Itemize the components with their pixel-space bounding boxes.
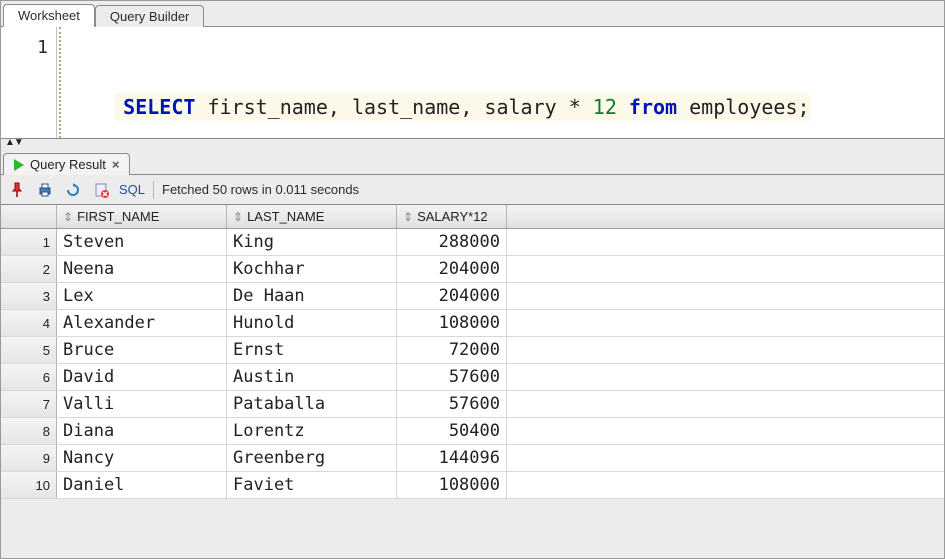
cell-salary12[interactable]: 57600 (397, 391, 507, 417)
tab-worksheet[interactable]: Worksheet (3, 4, 95, 27)
cell-salary12[interactable]: 108000 (397, 310, 507, 336)
row-number: 1 (1, 229, 57, 255)
splitter[interactable]: ▲▼ (1, 139, 944, 147)
row-number: 10 (1, 472, 57, 498)
row-number: 4 (1, 310, 57, 336)
table-row[interactable]: 7ValliPataballa57600 (1, 391, 944, 418)
table-row[interactable]: 8DianaLorentz50400 (1, 418, 944, 445)
cell-last-name[interactable]: Pataballa (227, 391, 397, 417)
header-label: SALARY*12 (417, 209, 488, 224)
grid-body: 1StevenKing2880002NeenaKochhar2040003Lex… (1, 229, 944, 499)
table-row[interactable]: 3LexDe Haan204000 (1, 283, 944, 310)
code-area[interactable]: SELECT first_name, last_name, salary * 1… (57, 27, 944, 138)
header-first-name[interactable]: ⇕ FIRST_NAME (57, 205, 227, 228)
sql-editor: 1 SELECT first_name, last_name, salary *… (1, 27, 944, 139)
table-row[interactable]: 1StevenKing288000 (1, 229, 944, 256)
table-row[interactable]: 6DavidAustin57600 (1, 364, 944, 391)
line-number: 1 (1, 37, 48, 58)
row-number: 8 (1, 418, 57, 444)
sort-icon: ⇕ (63, 211, 73, 223)
toolbar-separator (153, 181, 154, 199)
sql-statement: SELECT first_name, last_name, salary * 1… (115, 93, 809, 121)
cell-last-name[interactable]: Lorentz (227, 418, 397, 444)
pin-icon[interactable] (7, 180, 27, 200)
fetch-status: Fetched 50 rows in 0.011 seconds (162, 182, 359, 197)
table-row[interactable]: 10DanielFaviet108000 (1, 472, 944, 499)
table-row[interactable]: 5BruceErnst72000 (1, 337, 944, 364)
grid-header: ⇕ FIRST_NAME ⇕ LAST_NAME ⇕ SALARY*12 (1, 205, 944, 229)
code-margin (59, 27, 61, 138)
cell-last-name[interactable]: Hunold (227, 310, 397, 336)
cell-last-name[interactable]: Ernst (227, 337, 397, 363)
cell-first-name[interactable]: Valli (57, 391, 227, 417)
cell-first-name[interactable]: Neena (57, 256, 227, 282)
delete-icon[interactable] (91, 180, 111, 200)
cell-first-name[interactable]: Lex (57, 283, 227, 309)
cell-salary12[interactable]: 204000 (397, 256, 507, 282)
result-tab-label: Query Result (30, 157, 106, 172)
sort-icon: ⇕ (233, 211, 243, 223)
sql-space (617, 95, 629, 119)
result-grid: ⇕ FIRST_NAME ⇕ LAST_NAME ⇕ SALARY*12 1Steve… (1, 205, 944, 499)
row-number: 6 (1, 364, 57, 390)
sql-link[interactable]: SQL (119, 182, 145, 197)
cell-salary12[interactable]: 288000 (397, 229, 507, 255)
cell-last-name[interactable]: King (227, 229, 397, 255)
play-icon (14, 159, 24, 171)
cell-salary12[interactable]: 144096 (397, 445, 507, 471)
cell-first-name[interactable]: David (57, 364, 227, 390)
cell-first-name[interactable]: Steven (57, 229, 227, 255)
editor-tab-bar: Worksheet Query Builder (1, 1, 944, 27)
result-tab-bar: Query Result × (1, 147, 944, 175)
cell-last-name[interactable]: Austin (227, 364, 397, 390)
header-rownum[interactable] (1, 205, 57, 228)
close-icon[interactable]: × (112, 157, 120, 172)
cell-first-name[interactable]: Daniel (57, 472, 227, 498)
kw-from: from (629, 95, 677, 119)
header-last-name[interactable]: ⇕ LAST_NAME (227, 205, 397, 228)
row-number: 2 (1, 256, 57, 282)
cell-first-name[interactable]: Diana (57, 418, 227, 444)
cell-salary12[interactable]: 108000 (397, 472, 507, 498)
header-label: FIRST_NAME (77, 209, 159, 224)
tab-query-result[interactable]: Query Result × (3, 153, 130, 175)
refresh-icon[interactable] (63, 180, 83, 200)
table-row[interactable]: 9NancyGreenberg144096 (1, 445, 944, 472)
table-row[interactable]: 2NeenaKochhar204000 (1, 256, 944, 283)
cell-salary12[interactable]: 57600 (397, 364, 507, 390)
cell-salary12[interactable]: 72000 (397, 337, 507, 363)
row-number: 5 (1, 337, 57, 363)
sql-columns: first_name, last_name, salary * (195, 95, 592, 119)
cell-last-name[interactable]: Greenberg (227, 445, 397, 471)
cell-last-name[interactable]: Faviet (227, 472, 397, 498)
print-icon[interactable] (35, 180, 55, 200)
cell-last-name[interactable]: De Haan (227, 283, 397, 309)
kw-select: SELECT (123, 95, 195, 119)
row-number: 9 (1, 445, 57, 471)
cell-first-name[interactable]: Alexander (57, 310, 227, 336)
sort-icon: ⇕ (403, 211, 413, 223)
result-toolbar: SQL Fetched 50 rows in 0.011 seconds (1, 175, 944, 205)
literal-12: 12 (593, 95, 617, 119)
cell-last-name[interactable]: Kochhar (227, 256, 397, 282)
cell-salary12[interactable]: 50400 (397, 418, 507, 444)
header-salary12[interactable]: ⇕ SALARY*12 (397, 205, 507, 228)
tab-query-builder[interactable]: Query Builder (95, 5, 204, 27)
header-label: LAST_NAME (247, 209, 324, 224)
cell-salary12[interactable]: 204000 (397, 283, 507, 309)
table-row[interactable]: 4AlexanderHunold108000 (1, 310, 944, 337)
sql-table: employees; (677, 95, 809, 119)
row-number: 7 (1, 391, 57, 417)
cell-first-name[interactable]: Bruce (57, 337, 227, 363)
row-number: 3 (1, 283, 57, 309)
cell-first-name[interactable]: Nancy (57, 445, 227, 471)
editor-gutter: 1 (1, 27, 57, 138)
